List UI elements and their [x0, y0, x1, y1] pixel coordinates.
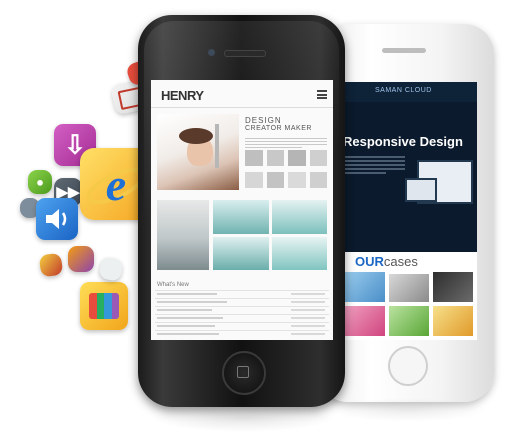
cases-our: OUR: [355, 254, 384, 269]
white-phone-reflection: [328, 398, 488, 422]
gallery-icon: [38, 252, 64, 278]
note-icon: [98, 256, 124, 282]
news-list-title: What's New: [157, 282, 189, 288]
header-divider: [151, 107, 333, 108]
earpiece: [224, 50, 266, 57]
news-list: [151, 290, 333, 338]
product-thumbs-row2: [245, 172, 327, 188]
site-logo: HENRY: [161, 88, 204, 103]
case-thumb-4: [341, 306, 385, 336]
svg-text:e: e: [106, 159, 126, 210]
banner-text-block: [343, 154, 405, 176]
tv-icon: [80, 282, 128, 330]
hero-photo: [157, 114, 239, 190]
banner-title: Responsive Design: [343, 134, 463, 149]
home-button: [388, 346, 428, 386]
case-thumb-5: [389, 306, 429, 336]
earpiece: [382, 48, 426, 53]
cases-section: OURcases: [335, 252, 477, 340]
front-camera: [208, 49, 215, 56]
game-icon: [68, 246, 94, 272]
cases-word: cases: [383, 254, 418, 269]
black-phone-screen: HENRY DESIGN CREATOR MAKER What's New: [151, 80, 333, 340]
bath-photo-grid: [213, 200, 327, 270]
case-thumb-1: [341, 272, 385, 302]
speaker-icon: [36, 198, 78, 240]
case-thumb-6: [433, 306, 473, 336]
laptop-image: [405, 178, 437, 202]
home-button: [222, 351, 266, 395]
heading-line1: DESIGN: [245, 116, 282, 125]
cases-heading: OURcases: [355, 254, 418, 269]
case-thumb-3: [433, 272, 473, 302]
heading-line2: CREATOR MAKER: [245, 125, 312, 132]
case-thumb-2: [389, 274, 429, 302]
bath-photo-large: [157, 200, 209, 270]
black-phone-reflection: [150, 404, 336, 432]
chat-icon: ●: [28, 170, 52, 194]
intro-text-block: [245, 136, 327, 150]
product-thumbs-row1: [245, 150, 327, 166]
brand-text: SAMAN CLOUD: [375, 87, 432, 94]
carousel-dots: [397, 244, 421, 257]
white-phone-screen: SAMAN CLOUD Responsive Design OURcases: [335, 82, 477, 340]
menu-icon[interactable]: [317, 90, 327, 99]
